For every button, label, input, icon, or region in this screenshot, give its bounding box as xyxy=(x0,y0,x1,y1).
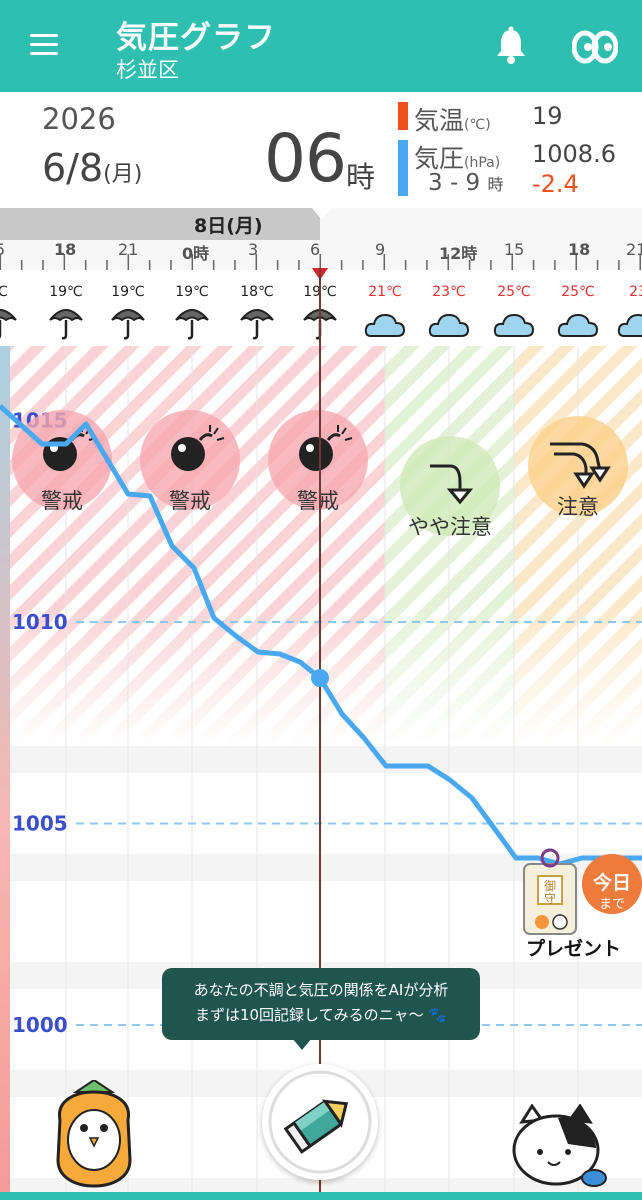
temperature-label: 23 xyxy=(629,284,642,300)
risk-label: 警戒 xyxy=(297,489,339,513)
umbrella-icon xyxy=(0,309,17,339)
badge-line-1: 今日 xyxy=(592,872,631,894)
timeline-ruler xyxy=(0,208,641,270)
hour-value: 06 xyxy=(264,120,347,197)
temp-value: 19 xyxy=(532,102,563,130)
timeline-tick-label: 15 xyxy=(504,240,525,259)
pressure-unit: (hPa) xyxy=(464,155,501,171)
umbrella-icon xyxy=(49,309,83,340)
location-label[interactable]: 杉並区 xyxy=(116,54,179,84)
timeline-tick-label: 3 xyxy=(248,240,259,259)
timeline-tick-label: 21 xyxy=(118,240,139,259)
timeline-tick-label: 9 xyxy=(375,240,386,259)
pressure-label-text: 気圧 xyxy=(414,144,465,173)
umbrella-icon xyxy=(240,309,274,340)
pencil-icon xyxy=(268,1070,372,1174)
year-label: 2026 xyxy=(42,102,116,136)
temperature-label: 19℃ xyxy=(175,284,209,300)
date-label: 6/8(月) xyxy=(42,146,142,190)
cloud-icon xyxy=(364,313,406,337)
temp-label-text: 気温 xyxy=(414,106,465,135)
graph-row-band xyxy=(10,746,642,773)
risk-label: 注意 xyxy=(557,495,599,519)
owl-mascot-icon[interactable] xyxy=(46,1080,142,1190)
temperature-label: 23℃ xyxy=(432,284,466,300)
paw-icon: 🐾 xyxy=(423,1006,448,1024)
temperature-label: 25℃ xyxy=(561,284,595,300)
temperature-label: 18℃ xyxy=(240,284,274,300)
cloud-icon xyxy=(557,313,599,337)
risk-label: 警戒 xyxy=(41,489,83,513)
risk-level-bar xyxy=(0,346,10,1200)
cloud-icon xyxy=(617,313,642,337)
pressure-change: -2.4 xyxy=(532,170,579,198)
timeline-tick-label: 21 xyxy=(626,240,642,259)
y-axis-label: 1005 xyxy=(12,812,68,836)
risk-label: やや注意 xyxy=(408,515,492,539)
charm-text: 御守 xyxy=(544,879,557,906)
temperature-label: ℃ xyxy=(0,284,30,300)
ai-analysis-tooltip[interactable]: あなたの不調と気圧の関係をAIが分析 まずは10回記録してみるのニャ〜 🐾 xyxy=(162,968,480,1040)
umbrella-icon xyxy=(175,309,209,340)
pressure-value: 1008.6 xyxy=(532,140,616,168)
app-logo-icon[interactable] xyxy=(571,30,619,64)
timeline-tick-label: 5 xyxy=(0,240,6,259)
hamburger-menu-icon[interactable] xyxy=(26,30,62,60)
temp-label: 気温(℃) xyxy=(414,101,491,137)
temperature-label: 19℃ xyxy=(49,284,83,300)
bottom-accent-bar xyxy=(0,1192,642,1200)
temp-unit: (℃) xyxy=(464,117,491,133)
record-button[interactable] xyxy=(262,1064,378,1180)
present-label: プレゼント xyxy=(526,938,622,960)
timeline-tick-label: 6 xyxy=(310,240,321,259)
app-header xyxy=(0,0,642,92)
tooltip-line-2-text: まずは10回記録してみるのニャ〜 xyxy=(194,1006,424,1024)
y-axis-label: 1010 xyxy=(12,610,68,634)
temp-color-bar xyxy=(398,102,408,130)
present-banner[interactable]: 御守 今日 まで プレゼント xyxy=(520,846,642,962)
cat-mascot-icon[interactable] xyxy=(508,1104,612,1194)
tooltip-line-2: まずは10回記録してみるのニャ〜 🐾 xyxy=(162,1003,480,1028)
page-title: 気圧グラフ xyxy=(116,20,276,56)
bell-icon[interactable] xyxy=(492,26,530,66)
hour-suffix: 時 xyxy=(346,160,376,194)
weekday-label: (月) xyxy=(103,162,143,187)
timeline-tick-label: 18 xyxy=(54,240,77,259)
temperature-label: 19℃ xyxy=(111,284,145,300)
temperature-label: 21℃ xyxy=(368,284,402,300)
date-value: 6/8 xyxy=(42,146,104,190)
pressure-range: 3 - 9 時 xyxy=(428,170,504,196)
risk-label: 警戒 xyxy=(169,489,211,513)
current-pressure-marker xyxy=(311,669,329,687)
timeline-tick-label: 0時 xyxy=(182,244,210,263)
pressure-color-bar xyxy=(398,140,408,196)
temperature-label: 25℃ xyxy=(497,284,531,300)
range-text: 3 - 9 xyxy=(428,170,481,196)
tooltip-arrow xyxy=(292,1038,312,1050)
cloud-icon xyxy=(493,313,535,337)
badge-line-2: まで xyxy=(598,897,625,912)
timeline-tick-label: 12時 xyxy=(439,244,478,263)
umbrella-icon xyxy=(111,309,145,340)
range-suffix: 時 xyxy=(487,175,504,194)
cloud-icon xyxy=(428,313,470,337)
current-time-marker xyxy=(312,268,328,358)
y-axis-label: 1000 xyxy=(12,1013,68,1037)
tooltip-line-1: あなたの不調と気圧の関係をAIが分析 xyxy=(193,981,449,999)
timeline-tick-label: 18 xyxy=(568,240,591,259)
